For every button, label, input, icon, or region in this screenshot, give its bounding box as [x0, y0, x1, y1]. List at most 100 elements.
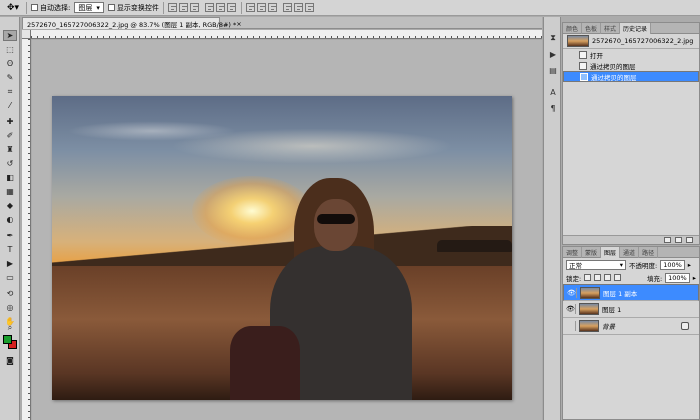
auto-select-option[interactable]: 自动选择:: [31, 3, 70, 13]
layer-thumbnail: [579, 320, 599, 332]
chevron-right-icon[interactable]: ▸: [688, 261, 691, 269]
align-center-icon[interactable]: [215, 3, 225, 12]
history-panel: 颜色 色板 样式 历史记录 2572670_165727006322_2.jpg…: [562, 22, 700, 245]
distribute-middle-icon[interactable]: [256, 3, 266, 12]
align-top-icon[interactable]: [167, 3, 177, 12]
dodge-tool-icon[interactable]: ◐: [3, 214, 17, 225]
trash-icon[interactable]: [686, 237, 693, 243]
layer-row[interactable]: 👁 图层 1: [563, 301, 699, 318]
photo-person-shirt: [230, 326, 300, 400]
opacity-value: 100%: [663, 260, 682, 269]
distribute-right-icon[interactable]: [304, 3, 314, 12]
tab-color[interactable]: 颜色: [563, 23, 583, 34]
document-tab[interactable]: 2572670_165727006322_2.jpg @ 83.7% (图层 1…: [22, 17, 242, 29]
tab-channels[interactable]: 通道: [620, 247, 640, 258]
pen-tool-icon[interactable]: ✒: [3, 230, 17, 241]
eraser-tool-icon[interactable]: ◧: [3, 172, 17, 183]
clone-stamp-tool-icon[interactable]: ♜: [3, 144, 17, 155]
chevron-right-icon[interactable]: ▸: [693, 274, 696, 282]
document-tab-title: 2572670_165727006322_2.jpg @ 83.7% (图层 1…: [27, 20, 237, 29]
paragraph-icon[interactable]: ¶: [547, 103, 559, 113]
eye-icon[interactable]: 👁: [567, 287, 577, 298]
brush-tool-icon[interactable]: ✐: [3, 130, 17, 141]
path-select-tool-icon[interactable]: ▶: [3, 258, 17, 269]
quick-mask-icon[interactable]: ◙: [3, 355, 17, 366]
marquee-tool-icon[interactable]: ⬚: [3, 44, 17, 55]
align-middle-icon[interactable]: [178, 3, 188, 12]
shape-tool-icon[interactable]: ▭: [3, 272, 17, 283]
document-canvas-image[interactable]: [52, 96, 512, 400]
eye-hidden-icon[interactable]: [566, 321, 576, 331]
healing-brush-tool-icon[interactable]: ✚: [3, 116, 17, 127]
auto-select-value: 图层: [78, 3, 93, 12]
distribute-left-icon[interactable]: [282, 3, 292, 12]
auto-select-checkbox[interactable]: [31, 4, 38, 11]
layer-row[interactable]: 背景: [563, 318, 699, 335]
crop-tool-icon[interactable]: ⌗: [3, 86, 17, 97]
move-tool-icon[interactable]: ✥▾: [4, 2, 22, 14]
lock-pixels-icon[interactable]: [594, 274, 602, 281]
history-state-selected[interactable]: 通过拷贝的图层: [563, 71, 699, 82]
type-tool-icon[interactable]: T: [3, 244, 17, 255]
3d-orbit-tool-icon[interactable]: ◎: [3, 302, 17, 313]
history-icon[interactable]: ⧗: [547, 33, 559, 43]
quick-select-tool-icon[interactable]: ✎: [3, 72, 17, 83]
separator: [26, 1, 27, 14]
lasso-tool-icon[interactable]: ʘ: [3, 58, 17, 69]
tab-masks[interactable]: 蒙版: [582, 247, 602, 258]
zoom-tool-icon[interactable]: ⌕: [3, 323, 17, 332]
horizontal-ruler[interactable]: [31, 30, 542, 39]
eyedropper-tool-icon[interactable]: ⁄: [3, 100, 17, 111]
gradient-tool-icon[interactable]: ▦: [3, 186, 17, 197]
blend-row: 正常 ▾ 不透明度: 100% ▸: [563, 258, 699, 271]
foreground-color-swatch[interactable]: [3, 335, 12, 344]
tab-swatches[interactable]: 色板: [582, 23, 602, 34]
vertical-ruler[interactable]: [22, 39, 31, 420]
align-right-icon[interactable]: [226, 3, 236, 12]
align-buttons: [167, 3, 237, 12]
layer-thumbnail: [580, 286, 600, 299]
history-brush-tool-icon[interactable]: ↺: [3, 158, 17, 169]
ruler-origin[interactable]: [22, 30, 31, 39]
align-bottom-icon[interactable]: [189, 3, 199, 12]
history-state[interactable]: 通过拷贝的图层: [563, 60, 699, 71]
layer-row-selected[interactable]: 👁 图层 1 副本: [563, 284, 699, 301]
close-icon[interactable]: ×: [236, 20, 241, 28]
show-transform-checkbox[interactable]: [107, 4, 115, 11]
lock-transparency-icon[interactable]: [584, 274, 592, 281]
3d-rotate-tool-icon[interactable]: ⟲: [3, 288, 17, 299]
opacity-field[interactable]: 100%: [660, 259, 685, 270]
tab-styles[interactable]: 样式: [601, 23, 621, 34]
tab-adjustments[interactable]: 调整: [563, 247, 583, 258]
photo-person-face: [314, 199, 358, 251]
tab-paths[interactable]: 路径: [639, 247, 659, 258]
new-document-from-state-icon[interactable]: [664, 237, 671, 243]
history-state-label: 通过拷贝的图层: [591, 73, 637, 82]
move-tool-icon[interactable]: ➤: [3, 30, 17, 41]
tab-history[interactable]: 历史记录: [620, 23, 652, 34]
lock-row: 锁定: 填充: 100% ▸: [563, 271, 699, 284]
history-state[interactable]: 打开: [563, 49, 699, 60]
options-bar: ✥▾ 自动选择: 图层 ▾ 显示变换控件: [0, 0, 700, 16]
auto-select-dropdown[interactable]: 图层 ▾: [74, 2, 104, 13]
eye-icon[interactable]: 👁: [566, 304, 576, 314]
blend-mode-select[interactable]: 正常 ▾: [566, 259, 626, 270]
show-transform-option[interactable]: 显示变换控件: [107, 3, 159, 13]
snapshot-thumbnail: [567, 35, 589, 47]
tab-layers[interactable]: 图层: [601, 247, 621, 258]
distribute-center-icon[interactable]: [293, 3, 303, 12]
distribute-bottom-icon[interactable]: [267, 3, 277, 12]
snapshot-label: 2572670_165727006322_2.jpg: [592, 37, 694, 45]
blend-mode-value: 正常: [569, 261, 582, 270]
new-snapshot-icon[interactable]: [675, 237, 682, 243]
lock-position-icon[interactable]: [604, 274, 612, 281]
blur-tool-icon[interactable]: ◆: [3, 200, 17, 211]
fill-field[interactable]: 100%: [665, 272, 690, 283]
character-icon[interactable]: A: [547, 87, 559, 97]
history-snapshot[interactable]: 2572670_165727006322_2.jpg: [563, 34, 699, 49]
distribute-top-icon[interactable]: [245, 3, 255, 12]
lock-all-icon[interactable]: [614, 274, 622, 281]
layer-comps-icon[interactable]: ▤: [547, 65, 559, 75]
actions-icon[interactable]: ▶: [547, 49, 559, 59]
align-left-icon[interactable]: [204, 3, 214, 12]
